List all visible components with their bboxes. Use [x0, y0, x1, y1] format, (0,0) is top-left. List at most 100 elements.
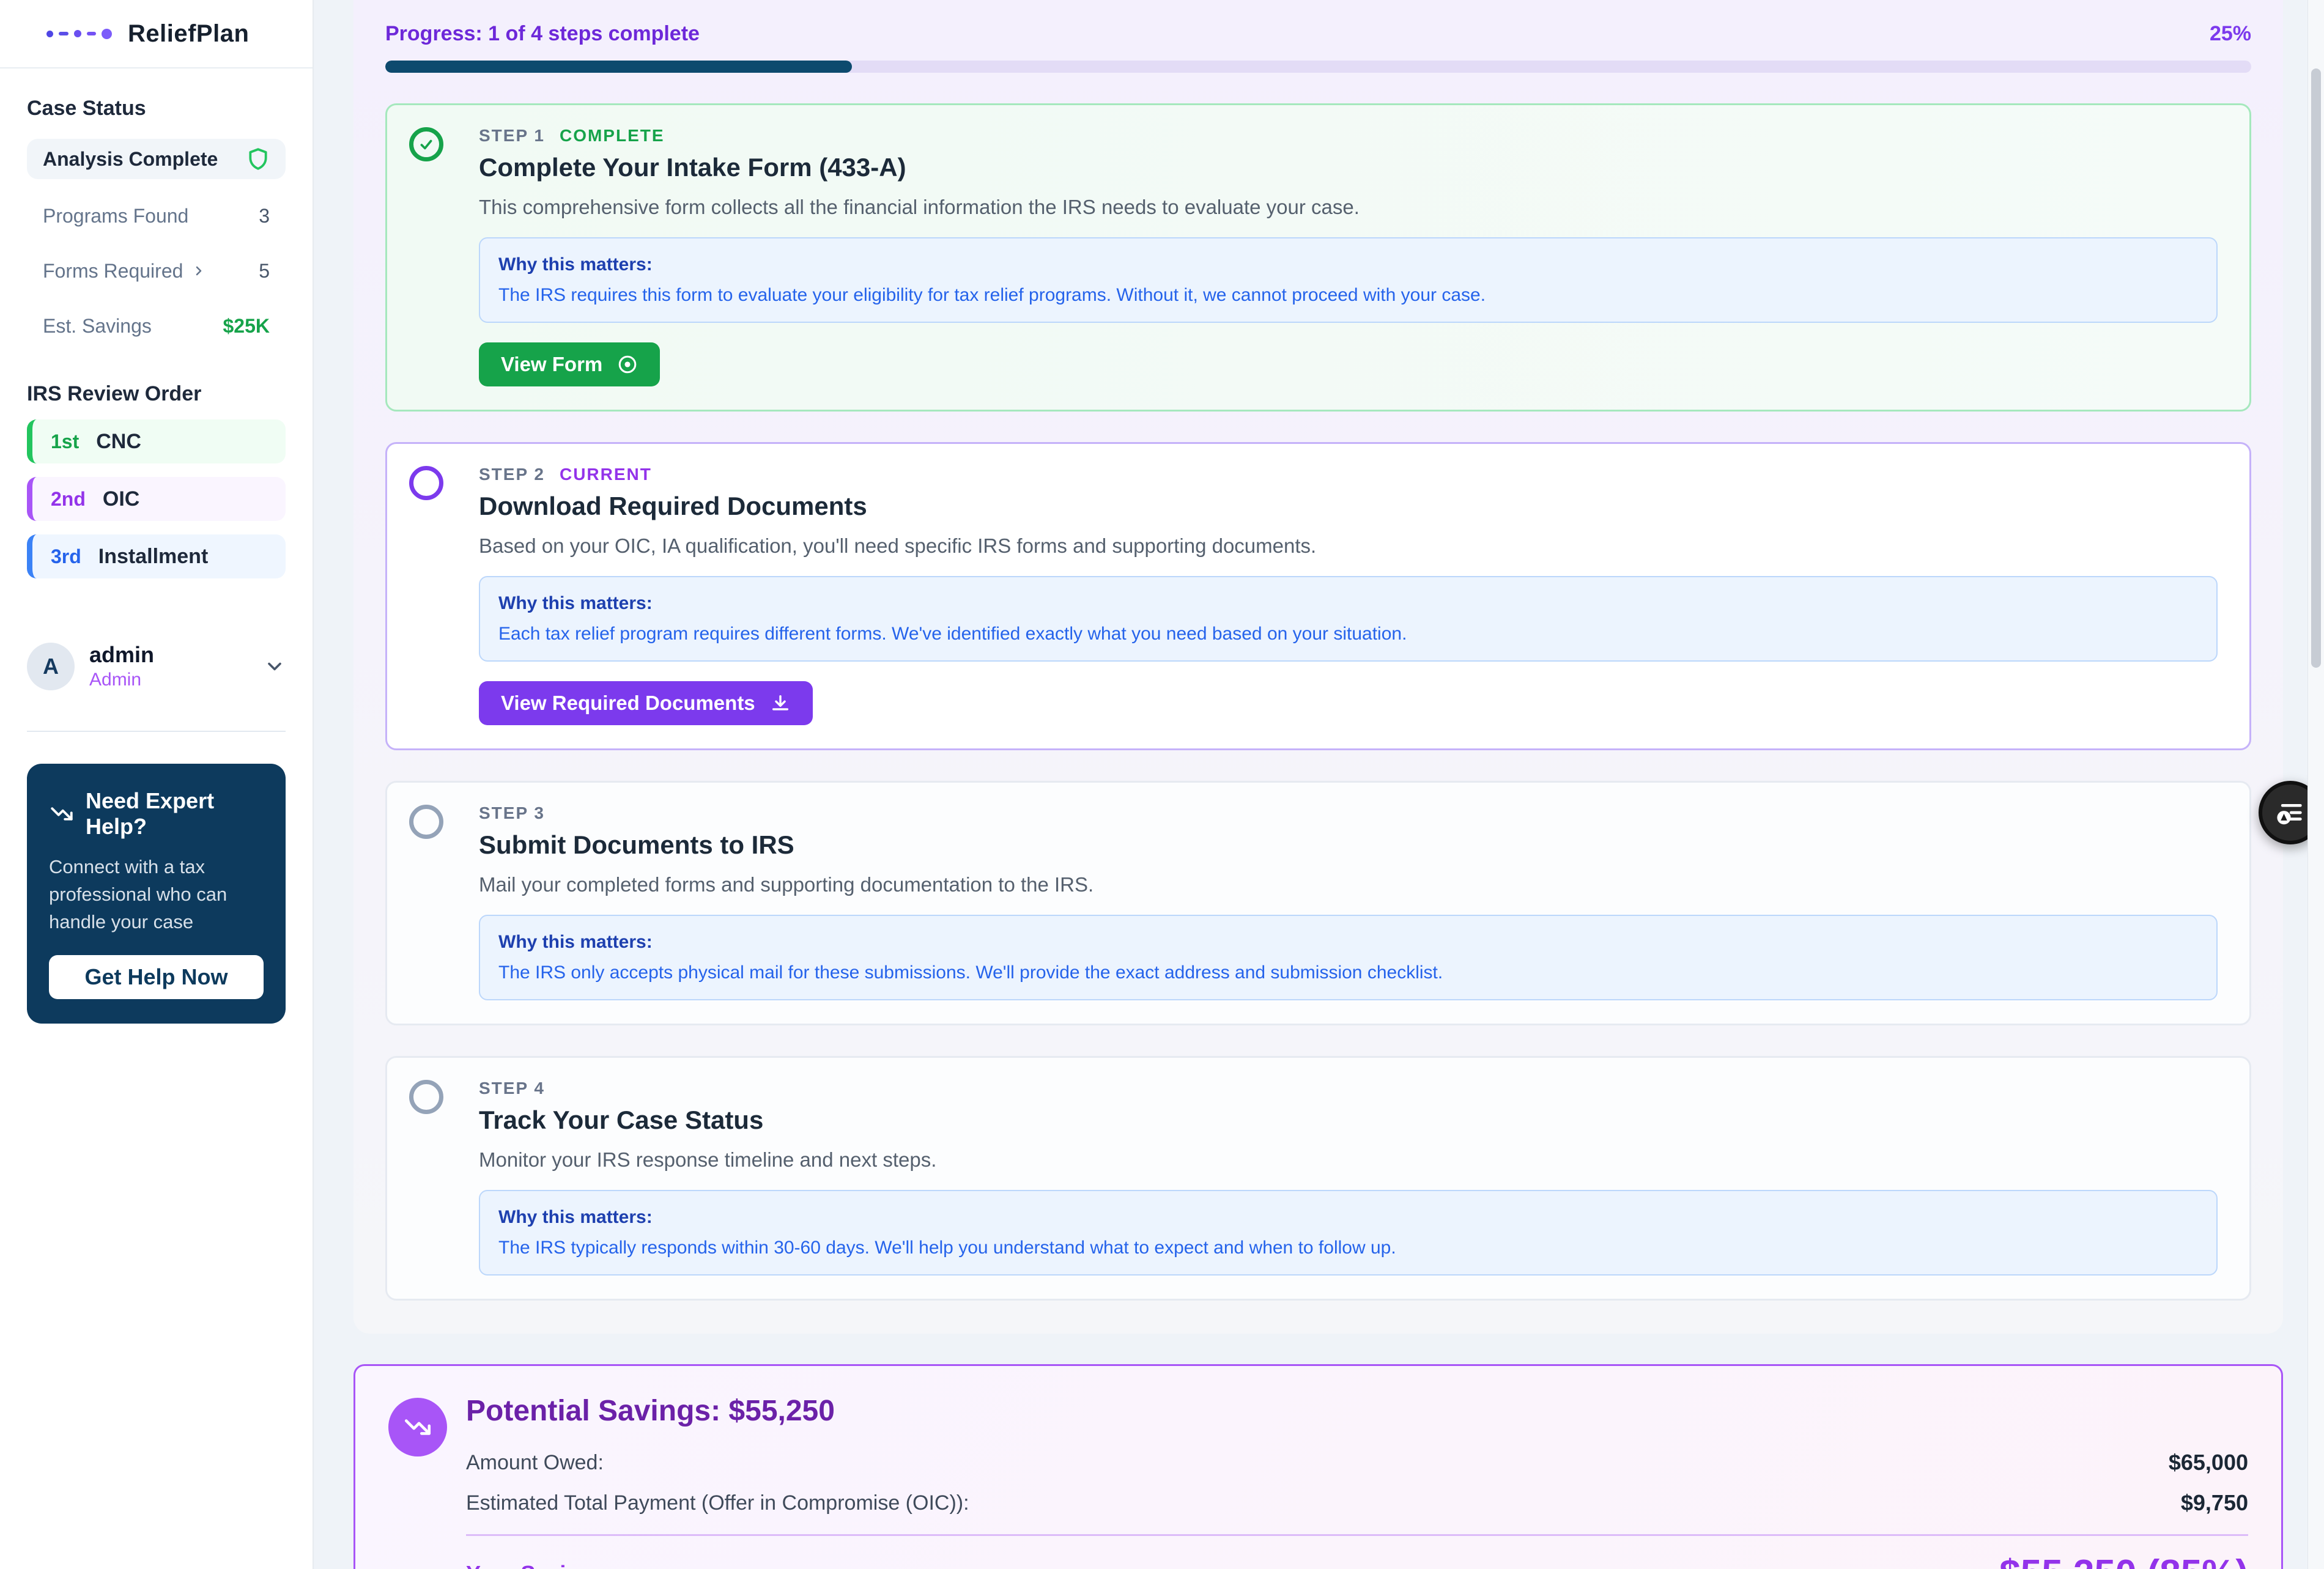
- why-title: Why this matters:: [498, 1207, 2198, 1228]
- est-savings-value: $25K: [223, 315, 270, 338]
- step-description: This comprehensive form collects all the…: [479, 196, 2218, 219]
- app-root: ReliefPlan Case Status Analysis Complete…: [0, 0, 2324, 1569]
- why-title: Why this matters:: [498, 254, 2198, 275]
- programs-found-value: 3: [259, 205, 270, 227]
- why-this-matters-box: Why this matters: The IRS only accepts p…: [479, 915, 2218, 1000]
- sidebar-item-analysis-complete: Analysis Complete: [27, 139, 286, 179]
- why-this-matters-box: Why this matters: The IRS requires this …: [479, 237, 2218, 323]
- why-this-matters-box: Why this matters: Each tax relief progra…: [479, 576, 2218, 662]
- user-name: admin: [89, 642, 154, 667]
- potential-savings-card: Potential Savings: $55,250 Amount Owed: …: [353, 1364, 2283, 1569]
- chevron-right-icon: [191, 264, 206, 278]
- sidebar-item-est-savings: Est. Savings $25K: [27, 308, 286, 344]
- your-savings-label: Your Savings:: [466, 1561, 612, 1569]
- step-description: Mail your completed forms and supporting…: [479, 873, 2218, 896]
- trending-down-icon: [388, 1398, 447, 1456]
- sidebar-item-programs-found: Programs Found 3: [27, 198, 286, 234]
- scrollbar-thumb[interactable]: [2311, 68, 2321, 668]
- est-savings-label: Est. Savings: [43, 315, 152, 338]
- step-label: STEP 4: [479, 1079, 545, 1098]
- eye-icon: [617, 354, 638, 375]
- step-pending-icon: [409, 1080, 443, 1114]
- review-item-oic: 2nd OIC: [27, 477, 286, 521]
- get-help-button[interactable]: Get Help Now: [49, 955, 264, 999]
- view-form-button-label: View Form: [501, 353, 602, 376]
- user-role: Admin: [89, 670, 154, 690]
- step-card-3: STEP 3 Submit Documents to IRS Mail your…: [385, 781, 2251, 1025]
- shield-icon: [246, 147, 270, 171]
- estimated-payment-label: Estimated Total Payment (Offer in Compro…: [466, 1491, 969, 1515]
- step-label: STEP 2: [479, 465, 545, 484]
- progress-percent: 25%: [2210, 22, 2251, 46]
- review-label: CNC: [96, 430, 141, 454]
- view-required-documents-button[interactable]: View Required Documents: [479, 681, 813, 725]
- step-pending-icon: [409, 805, 443, 839]
- step-current-icon: [409, 466, 443, 500]
- review-item-installment: 3rd Installment: [27, 534, 286, 578]
- main-area: Progress: 1 of 4 steps complete 25% STEP…: [315, 0, 2324, 1569]
- why-title: Why this matters:: [498, 593, 2198, 614]
- step-card-4: STEP 4 Track Your Case Status Monitor yo…: [385, 1056, 2251, 1301]
- why-body: The IRS requires this form to evaluate y…: [498, 285, 2198, 306]
- download-icon: [770, 693, 791, 714]
- step-title: Complete Your Intake Form (433-A): [479, 153, 2218, 182]
- forms-required-value: 5: [259, 260, 270, 282]
- why-body: The IRS only accepts physical mail for t…: [498, 962, 2198, 983]
- step-title: Track Your Case Status: [479, 1106, 2218, 1135]
- step-status-badge: COMPLETE: [560, 126, 665, 146]
- chevron-down-icon: [264, 655, 286, 677]
- your-savings-value: $55,250 (85%): [1999, 1552, 2248, 1569]
- logo-dots-icon: [46, 29, 112, 39]
- analysis-complete-label: Analysis Complete: [43, 148, 218, 171]
- steps-container: Progress: 1 of 4 steps complete 25% STEP…: [353, 0, 2283, 1334]
- logo-text: ReliefPlan: [128, 20, 249, 48]
- step-title: Download Required Documents: [479, 492, 2218, 521]
- estimated-payment-row: Estimated Total Payment (Offer in Compro…: [466, 1490, 2248, 1516]
- review-rank: 2nd: [51, 488, 86, 511]
- why-body: The IRS typically responds within 30-60 …: [498, 1238, 2198, 1258]
- review-label: Installment: [98, 545, 208, 569]
- your-savings-row: Your Savings: $55,250 (85%): [466, 1552, 2248, 1569]
- review-order-heading: IRS Review Order: [27, 382, 286, 406]
- logo: ReliefPlan: [0, 0, 313, 68]
- amount-owed-value: $65,000: [2169, 1450, 2248, 1475]
- estimated-payment-value: $9,750: [2181, 1490, 2248, 1516]
- step-card-1: STEP 1 COMPLETE Complete Your Intake For…: [385, 103, 2251, 412]
- why-this-matters-box: Why this matters: The IRS typically resp…: [479, 1190, 2218, 1276]
- why-title: Why this matters:: [498, 932, 2198, 953]
- progress-bar: [385, 61, 2251, 73]
- help-card: Need Expert Help? Connect with a tax pro…: [27, 764, 286, 1024]
- why-body: Each tax relief program requires differe…: [498, 624, 2198, 644]
- help-body: Connect with a tax professional who can …: [49, 853, 264, 936]
- step-description: Based on your OIC, IA qualification, you…: [479, 534, 2218, 558]
- savings-title: Potential Savings: $55,250: [466, 1394, 2248, 1428]
- amount-owed-row: Amount Owed: $65,000: [466, 1450, 2248, 1475]
- step-card-2: STEP 2 CURRENT Download Required Documen…: [385, 442, 2251, 750]
- review-rank: 1st: [51, 430, 79, 453]
- progress-fill: [385, 61, 852, 73]
- case-status-heading: Case Status: [27, 97, 286, 120]
- savings-divider: [466, 1534, 2248, 1536]
- programs-found-label: Programs Found: [43, 205, 188, 227]
- step-status-badge: CURRENT: [560, 465, 652, 484]
- help-title: Need Expert Help?: [86, 788, 264, 840]
- step-title: Submit Documents to IRS: [479, 830, 2218, 860]
- user-menu[interactable]: A admin Admin: [27, 642, 286, 690]
- trending-down-icon: [49, 801, 75, 827]
- sidebar-divider: [27, 731, 286, 732]
- step-label: STEP 1: [479, 126, 545, 146]
- page-scrollbar: [2307, 0, 2324, 1569]
- review-rank: 3rd: [51, 545, 81, 568]
- annotation-list-icon: [2273, 796, 2307, 830]
- view-required-documents-label: View Required Documents: [501, 692, 755, 715]
- step-label: STEP 3: [479, 803, 545, 823]
- review-label: OIC: [103, 487, 139, 511]
- amount-owed-label: Amount Owed:: [466, 1451, 604, 1475]
- sidebar: ReliefPlan Case Status Analysis Complete…: [0, 0, 314, 1569]
- sidebar-item-forms-required[interactable]: Forms Required 5: [27, 253, 286, 289]
- avatar: A: [27, 643, 75, 690]
- step-description: Monitor your IRS response timeline and n…: [479, 1148, 2218, 1172]
- review-item-cnc: 1st CNC: [27, 419, 286, 463]
- forms-required-label: Forms Required: [43, 260, 183, 282]
- view-form-button[interactable]: View Form: [479, 342, 660, 386]
